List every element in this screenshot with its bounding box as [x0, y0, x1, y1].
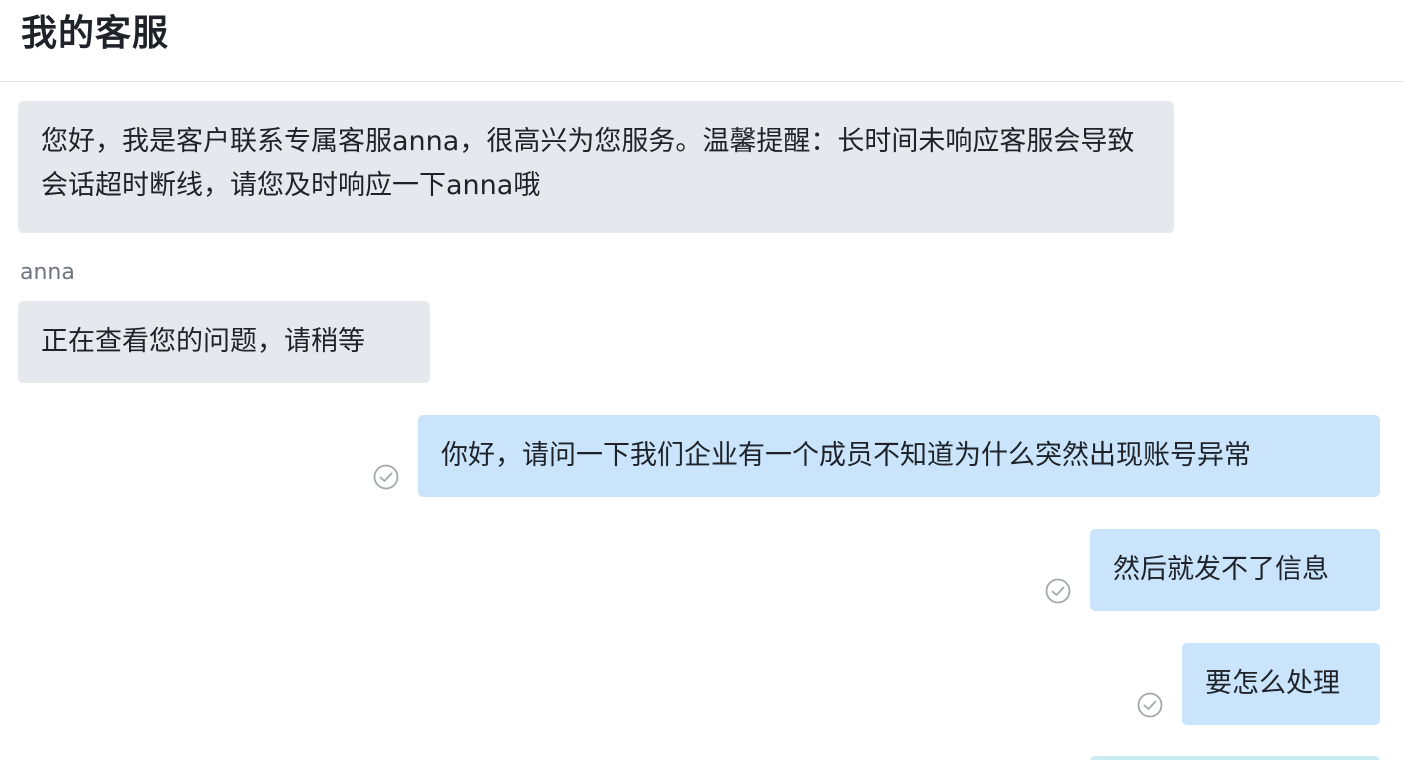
- page-title: 我的客服: [21, 13, 170, 54]
- user-message-bubble: 然后就发不了信息: [1090, 529, 1380, 611]
- message-text: 然后就发不了信息: [1113, 554, 1329, 585]
- message-text: 你好，请问一下我们企业有一个成员不知道为什么突然出现账号异常: [441, 440, 1251, 471]
- read-check-icon: [1045, 578, 1071, 604]
- read-check-icon: [1137, 692, 1163, 718]
- message-text: 您好，我是客户联系专属客服anna，很高兴为您服务。温馨提醒：长时间未响应客服会…: [41, 126, 1135, 201]
- read-check-icon: [373, 464, 399, 490]
- chat-header: 我的客服: [0, 0, 1404, 82]
- sender-name: anna: [20, 260, 75, 285]
- user-message-bubble: 要怎么处理: [1182, 643, 1380, 725]
- message-list[interactable]: 您好，我是客户联系专属客服anna，很高兴为您服务。温馨提醒：长时间未响应客服会…: [0, 83, 1404, 760]
- agent-message-bubble: 正在查看您的问题，请稍等: [18, 301, 430, 383]
- user-message-bubble-partial: [1090, 756, 1380, 760]
- user-message-bubble: 你好，请问一下我们企业有一个成员不知道为什么突然出现账号异常: [418, 415, 1380, 497]
- message-text: 要怎么处理: [1205, 668, 1340, 699]
- message-text: 正在查看您的问题，请稍等: [41, 326, 365, 357]
- agent-message-bubble: 您好，我是客户联系专属客服anna，很高兴为您服务。温馨提醒：长时间未响应客服会…: [18, 101, 1174, 233]
